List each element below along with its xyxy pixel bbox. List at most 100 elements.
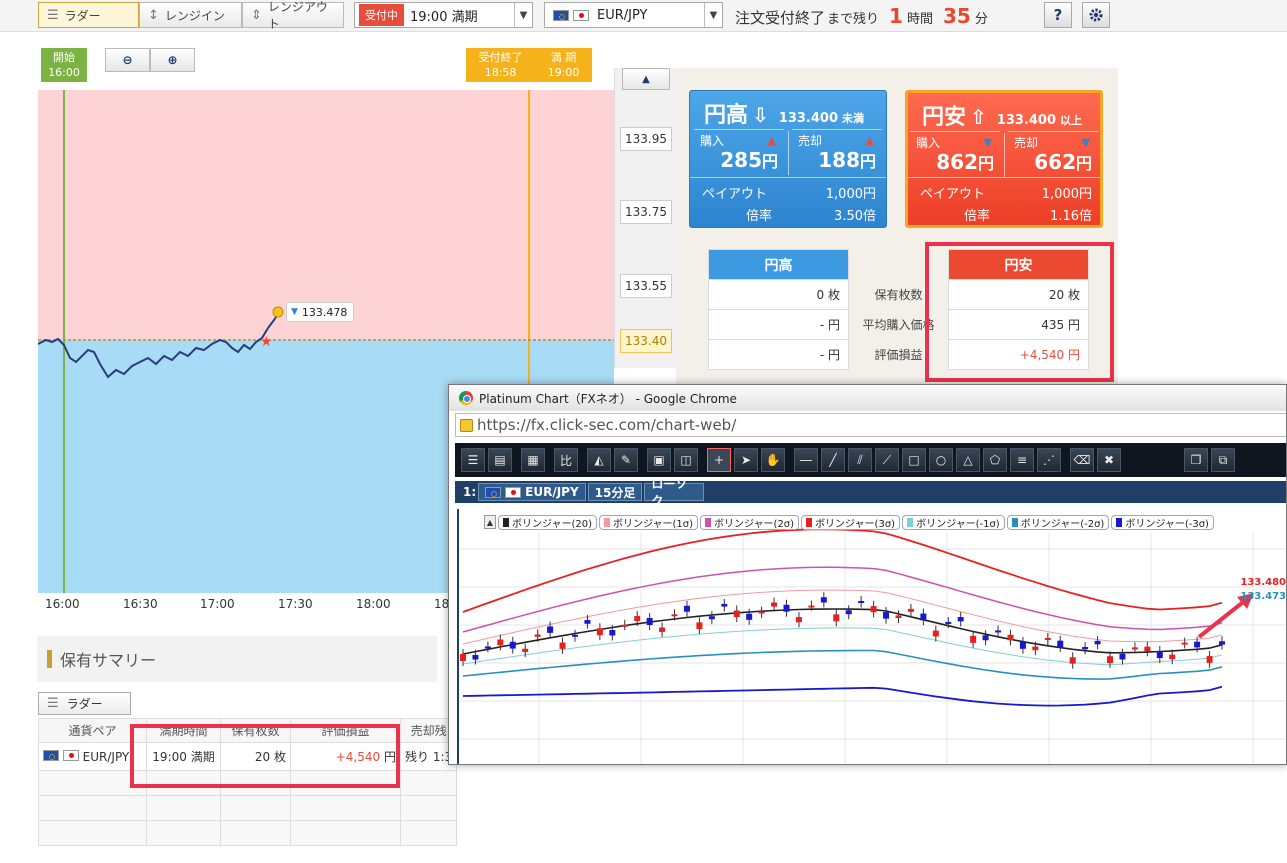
high-threshold: 133.400 <box>778 111 838 126</box>
price-label-blue: 133.473 <box>1240 591 1286 602</box>
pen-icon[interactable]: ✎ <box>614 448 638 472</box>
high-sell-cell[interactable]: 売却 ▲ 188円 <box>792 129 882 175</box>
entry-star-icon: ★ <box>260 334 273 350</box>
low-payout-label: ペイアウト <box>920 187 986 202</box>
fibonacci-icon[interactable]: ⟋ <box>875 448 899 472</box>
summary-tab-ladder[interactable]: ☰ ラダー <box>38 692 131 715</box>
window-layout-icon[interactable]: ❐ <box>1184 448 1208 472</box>
legend-item[interactable]: ボリンジャー(1σ) <box>599 515 699 530</box>
remaining-hours: 1 <box>889 4 903 28</box>
print-icon[interactable]: ▣ <box>647 448 671 472</box>
high-card[interactable]: 円高 ⇩ 133.400 未満 購入 ▲ 285円 売却 ▲ 188円 ペイアウ… <box>689 90 887 228</box>
high-buy-cell[interactable]: 購入 ▲ 285円 <box>694 129 784 175</box>
collapse-up-icon[interactable]: ▲ <box>484 515 496 529</box>
window-title: Platinum Chart（FXネオ） - Google Chrome <box>479 391 737 406</box>
zoom-in-button[interactable]: ⊕ <box>150 48 195 72</box>
start-time-tag: 開始 16:00 <box>41 48 87 82</box>
crosshair-icon[interactable]: + <box>707 448 731 472</box>
zoom-out-button[interactable]: ⊖ <box>105 48 150 72</box>
scale-up-button[interactable]: ▲ <box>622 68 670 90</box>
indicator-icon[interactable]: ◭ <box>587 448 611 472</box>
session-select[interactable]: 受付中 19:00 満期 ▼ <box>354 2 533 28</box>
parallel-line-icon[interactable]: ⫽ <box>848 448 872 472</box>
trend-line-icon[interactable]: ╱ <box>821 448 845 472</box>
chart-pair-tab[interactable]: EUR/JPY <box>478 483 586 501</box>
eu-flag-icon <box>485 486 502 498</box>
list-icon[interactable]: ☰ <box>461 448 485 472</box>
low-threshold-suffix: 以上 <box>1060 114 1082 127</box>
legend-item[interactable]: ボリンジャー(-1σ) <box>902 515 1005 530</box>
timeframe-tab[interactable]: 15分足 <box>587 483 643 501</box>
address-url: https://fx.click-sec.com/chart-web/ <box>477 416 737 434</box>
tab-range-in[interactable]: ↕ レンジイン <box>139 2 242 28</box>
tab-range-in-label: レンジイン <box>164 8 225 23</box>
high-threshold-suffix: 未満 <box>842 112 864 125</box>
hand-icon[interactable]: ✋ <box>761 448 785 472</box>
high-payout-label: ペイアウト <box>702 187 768 202</box>
low-buy-price: 862円 <box>936 150 994 174</box>
remaining-middle: まで残り <box>827 12 880 27</box>
save-icon[interactable]: ◫ <box>674 448 698 472</box>
legend-item[interactable]: ボリンジャー(20) <box>498 515 598 530</box>
chart-type-tab[interactable]: ローソク <box>644 477 705 508</box>
highlight-box <box>925 242 1114 382</box>
window-title-bar[interactable]: Platinum Chart（FXネオ） - Google Chrome <box>449 385 1286 411</box>
eraser-icon[interactable]: ⌫ <box>1070 448 1094 472</box>
current-price-dot <box>272 306 284 318</box>
chevron-down-icon: ▼ <box>514 3 532 27</box>
data-window-icon[interactable]: ▤ <box>488 448 512 472</box>
up-triangle-icon: ▲ <box>642 73 650 85</box>
pointer-icon[interactable]: ➤ <box>734 448 758 472</box>
circle-icon[interactable]: ○ <box>929 448 953 472</box>
card-divider <box>908 177 1100 178</box>
legend-item[interactable]: ボリンジャー(-3σ) <box>1111 515 1214 530</box>
price-label-red: 133.480 <box>1240 577 1286 588</box>
price-line <box>38 313 279 379</box>
summary-title: 保有サマリー <box>60 651 157 670</box>
table-row <box>38 820 458 846</box>
range-in-icon: ↕ <box>148 7 159 23</box>
help-button[interactable]: ? <box>1044 2 1072 28</box>
tab-ladder[interactable]: ☰ ラダー <box>38 2 139 28</box>
start-tag-time: 16:00 <box>48 66 80 79</box>
summary-pair: EUR/JPY <box>82 749 130 764</box>
rectangle-icon[interactable]: □ <box>902 448 926 472</box>
low-buy-cell[interactable]: 購入 ▼ 862円 <box>910 131 1000 177</box>
tab-range-out[interactable]: ⇕ レンジアウト <box>242 0 344 31</box>
summary-section-title: 保有サマリー <box>37 636 437 682</box>
lines-icon[interactable]: ≡ <box>1010 448 1034 472</box>
settings-button[interactable] <box>1082 2 1110 28</box>
legend-item[interactable]: ボリンジャー(2σ) <box>700 515 800 530</box>
calendar-icon[interactable]: ▦ <box>521 448 545 472</box>
down-triangle-icon: ▼ <box>983 136 992 149</box>
triangle-icon[interactable]: △ <box>956 448 980 472</box>
price-tick: 133.55 <box>620 274 672 298</box>
window-tile-icon[interactable]: ⧉ <box>1211 448 1235 472</box>
low-sell-label: 売却 <box>1014 136 1039 150</box>
chevron-down-icon: ▼ <box>704 3 722 27</box>
low-sell-cell[interactable]: 売却 ▼ 662円 <box>1008 131 1098 177</box>
up-triangle-icon: ▲ <box>865 134 874 147</box>
pentagon-icon[interactable]: ⬠ <box>983 448 1007 472</box>
legend-item[interactable]: ボリンジャー(3σ) <box>801 515 901 530</box>
fan-icon[interactable]: ⋰ <box>1037 448 1061 472</box>
remaining-minutes-unit: 分 <box>974 12 988 27</box>
down-arrow-icon: ⇩ <box>752 103 769 127</box>
legend-item[interactable]: ボリンジャー(-2σ) <box>1006 515 1110 530</box>
cell-divider <box>788 131 789 175</box>
chart-pair-label: EUR/JPY <box>525 485 579 499</box>
end-time-tag: 受付終了 18:58 満 期 19:00 <box>466 48 592 82</box>
low-ratio-value: 1.16倍 <box>1050 209 1092 224</box>
close-tag-time: 18:58 <box>484 66 517 79</box>
chart-toolbar: ☰ ▤ ▦ 比 ◭ ✎ ▣ ◫ + ➤ ✋ ― ╱ ⫽ ⟋ □ ○ △ ⬠ ≡ … <box>455 443 1286 477</box>
session-value: 19:00 満期 <box>410 9 478 25</box>
low-card[interactable]: 円安 ⇧ 133.400 以上 購入 ▼ 862円 売却 ▼ 662円 ペイアウ… <box>905 90 1103 228</box>
horizontal-line-icon[interactable]: ― <box>794 448 818 472</box>
chart-popup-window[interactable]: Platinum Chart（FXネオ） - Google Chrome htt… <box>448 384 1287 765</box>
compare-icon[interactable]: 比 <box>554 448 578 472</box>
indicator-legend: ▲ ボリンジャー(20) ボリンジャー(1σ) ボリンジャー(2σ) ボリンジャ… <box>484 515 1214 531</box>
candlestick-chart[interactable]: 133.480 133.473 <box>457 509 1286 764</box>
delete-all-icon[interactable]: ✖ <box>1097 448 1121 472</box>
currency-pair-select[interactable]: EUR/JPY ▼ <box>544 2 723 28</box>
address-bar[interactable]: https://fx.click-sec.com/chart-web/ <box>455 413 1286 437</box>
